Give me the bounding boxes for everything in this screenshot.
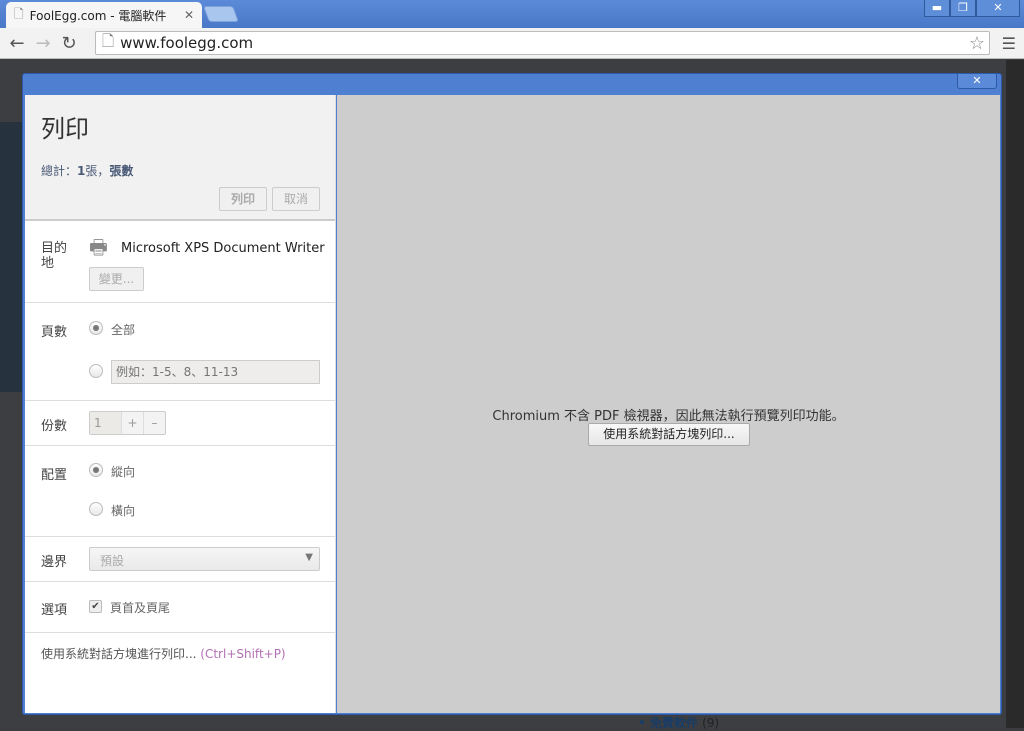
tab-strip: 🗋 FoolEgg.com - 電腦軟件 ✕ ▬ ❐ ✕: [0, 0, 1024, 28]
pages-all-label: 全部: [111, 323, 136, 337]
copies-label: 份數: [41, 419, 68, 434]
scrollbar[interactable]: [1006, 60, 1024, 728]
cancel-button[interactable]: 取消: [272, 187, 320, 211]
layout-label: 配置: [41, 468, 68, 483]
print-settings-panel: 列印 總計：1張，張數 列印 取消 目的地 🖶 Microsoft XPS Do…: [25, 95, 336, 713]
print-button[interactable]: 列印: [219, 187, 267, 211]
printer-name: Microsoft XPS Document Writer: [121, 241, 325, 256]
close-dialog-icon[interactable]: ✕: [957, 74, 997, 89]
minimize-icon[interactable]: ▬: [924, 0, 950, 17]
close-tab-icon[interactable]: ✕: [184, 8, 194, 22]
summary: 總計：1張，張數: [41, 164, 134, 178]
landscape-radio[interactable]: [89, 502, 103, 516]
margins-select[interactable]: 預設 ▼: [89, 547, 320, 571]
reload-icon[interactable]: ↻: [56, 33, 82, 54]
no-pdf-viewer-message: Chromium 不含 PDF 檢視器，因此無法執行預覽列印功能。: [492, 409, 845, 424]
margins-label: 邊界: [41, 555, 68, 570]
print-preview-area: Chromium 不含 PDF 檢視器，因此無法執行預覽列印功能。 使用系統對話…: [337, 95, 1000, 713]
options-label: 選項: [41, 603, 68, 618]
system-dialog-link[interactable]: 使用系統對話方塊進行列印... (Ctrl+Shift+P): [25, 633, 335, 674]
landscape-label: 橫向: [111, 504, 136, 518]
printer-icon: 🖶: [89, 235, 108, 259]
menu-icon[interactable]: ☰: [1002, 34, 1016, 53]
copies-decrement-button[interactable]: –: [143, 412, 165, 434]
page-icon: 🗋: [102, 31, 115, 50]
address-bar[interactable]: 🗋 www.foolegg.com ☆: [95, 31, 990, 55]
copies-input[interactable]: 1: [90, 412, 121, 434]
headers-footers-label: 頁首及頁尾: [110, 601, 171, 615]
browser-toolbar: ← → ↻ 🗋 www.foolegg.com ☆ ☰: [0, 28, 1024, 59]
close-window-icon[interactable]: ✕: [976, 0, 1020, 17]
tab-active[interactable]: 🗋 FoolEgg.com - 電腦軟件 ✕: [6, 2, 202, 28]
page-icon: 🗋: [14, 6, 24, 21]
chevron-down-icon: ▼: [305, 552, 313, 563]
destination-label: 目的地: [41, 241, 68, 271]
tab-title: FoolEgg.com - 電腦軟件: [29, 8, 167, 23]
change-destination-button[interactable]: 變更...: [89, 267, 144, 291]
star-icon[interactable]: ☆: [969, 33, 985, 54]
page-range-input[interactable]: [111, 360, 320, 384]
pages-label: 頁數: [41, 325, 68, 340]
portrait-label: 縱向: [111, 465, 136, 479]
restore-icon[interactable]: ❐: [950, 0, 976, 17]
background-link: • 免費軟件 (9): [638, 716, 720, 730]
url-text: www.foolegg.com: [120, 34, 254, 52]
pages-all-radio[interactable]: [89, 321, 103, 335]
portrait-radio[interactable]: [89, 463, 103, 477]
print-dialog: ✕ 列印 總計：1張，張數 列印 取消 目的地 🖶 Microsoft XPS …: [22, 73, 1002, 715]
dialog-title: 列印: [41, 115, 89, 143]
system-dialog-print-button[interactable]: 使用系統對話方塊列印...: [588, 423, 750, 446]
forward-icon[interactable]: →: [30, 33, 56, 54]
back-icon[interactable]: ←: [4, 33, 30, 54]
headers-footers-checkbox[interactable]: ✔: [89, 600, 102, 613]
new-tab-button[interactable]: [203, 6, 239, 22]
copies-increment-button[interactable]: +: [121, 412, 143, 434]
pages-range-radio[interactable]: [89, 364, 103, 378]
